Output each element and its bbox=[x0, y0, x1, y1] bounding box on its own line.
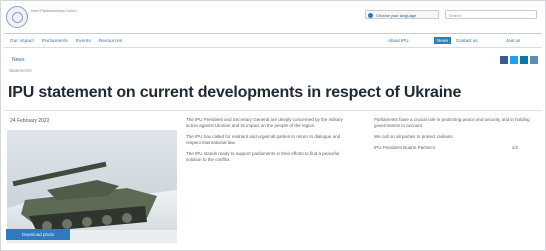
breadcrumb-current[interactable]: Statements bbox=[9, 68, 32, 73]
article-photo[interactable] bbox=[7, 130, 177, 243]
email-icon[interactable] bbox=[530, 56, 538, 64]
nav-item-resources[interactable]: Resources bbox=[99, 38, 122, 43]
article-column-a: The IPU President and Secretary General … bbox=[186, 117, 354, 168]
title-divider bbox=[4, 110, 542, 111]
nav-item-events[interactable]: Events bbox=[76, 38, 91, 43]
page-indicator: 1/2 bbox=[511, 145, 518, 150]
main-nav: Our impact Parliaments Events Resources bbox=[10, 38, 122, 43]
paragraph-3: The IPU stands ready to support parliame… bbox=[186, 151, 340, 162]
page-title: IPU statement on current developments in… bbox=[8, 84, 462, 101]
download-photo-button[interactable]: Download photo bbox=[6, 229, 70, 240]
nav-item-news-active[interactable]: News bbox=[434, 37, 452, 44]
paragraph-4: Parliaments have a crucial role in prote… bbox=[374, 117, 530, 128]
article-column-b: Parliaments have a crucial role in prote… bbox=[374, 117, 532, 156]
language-select[interactable]: Choose your language bbox=[365, 10, 439, 19]
globe-icon bbox=[368, 13, 373, 18]
paragraph-6: IPU President Duarte Pacheco 1/2 bbox=[374, 145, 532, 151]
paragraph-5: We call on all parties to protect civili… bbox=[374, 134, 454, 139]
nav-item-contact[interactable]: Contact us bbox=[456, 38, 478, 43]
nav-item-parliaments[interactable]: Parliaments bbox=[42, 38, 68, 43]
twitter-icon[interactable] bbox=[510, 56, 518, 64]
paragraph-1: The IPU President and Secretary General … bbox=[186, 117, 343, 128]
breadcrumb-home-link[interactable]: News bbox=[12, 57, 25, 63]
org-name[interactable]: Inter-Parliamentary Union bbox=[31, 8, 141, 14]
language-select-label: Choose your language bbox=[376, 13, 417, 18]
linkedin-icon[interactable] bbox=[520, 56, 528, 64]
nav-divider bbox=[4, 47, 542, 48]
facebook-icon[interactable] bbox=[500, 56, 508, 64]
search-input[interactable]: Search bbox=[445, 10, 537, 19]
tank-photo-graphic bbox=[7, 130, 177, 243]
paragraph-2: The IPU has called for restraint and urg… bbox=[186, 134, 341, 145]
signature-text: IPU President Duarte Pacheco bbox=[374, 145, 436, 150]
nav-item-join[interactable]: Join us bbox=[506, 38, 520, 43]
article-date: 24 February 2022 bbox=[10, 118, 50, 124]
ipu-logo-icon[interactable] bbox=[6, 6, 28, 28]
nav-item-about[interactable]: About IPU bbox=[388, 38, 409, 43]
nav-item-our-impact[interactable]: Our impact bbox=[10, 38, 34, 43]
header-divider bbox=[4, 33, 542, 34]
share-bar bbox=[500, 56, 538, 64]
